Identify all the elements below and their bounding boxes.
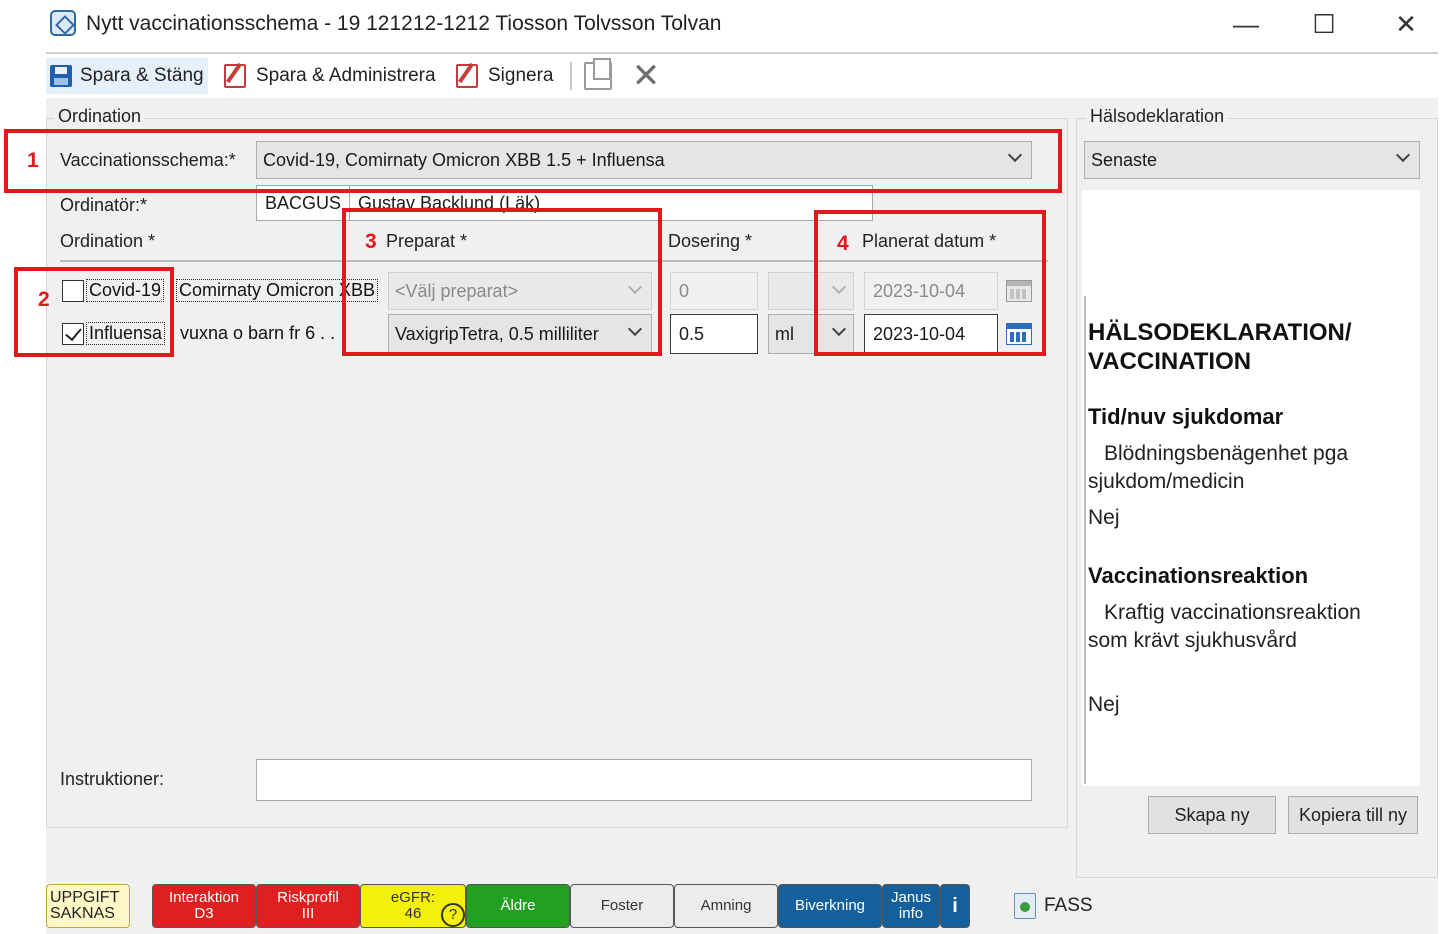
sign-label: Signera <box>488 65 554 86</box>
cancel-icon[interactable]: ✕ <box>628 56 664 96</box>
annotation-number-1: 1 <box>27 149 39 172</box>
fetus-badge[interactable]: Foster <box>570 884 674 928</box>
annotation-box-2 <box>14 267 174 357</box>
annotation-box-1 <box>4 129 1062 193</box>
side-effects-badge[interactable]: Biverkning <box>778 884 882 928</box>
maximize-button[interactable]: ☐ <box>1304 6 1344 42</box>
interaction-line1: Interaktion <box>168 889 240 906</box>
prescriber-label: Ordinatör:* <box>60 195 148 215</box>
info-icon[interactable]: i <box>940 884 970 928</box>
influenza-dose-value: 0.5 <box>679 323 705 344</box>
column-header-dosering: Dosering * <box>668 231 753 251</box>
risk-profile-line1: Riskprofil <box>277 889 339 906</box>
health-declaration-legend: Hälsodeklaration <box>1086 106 1229 127</box>
window-title: Nytt vaccinationsschema - 19 121212-1212… <box>86 12 722 35</box>
covid-dose-field[interactable]: 0 <box>670 272 758 310</box>
column-header-ordination: Ordination * <box>60 231 156 251</box>
instructions-label: Instruktioner: <box>60 769 165 789</box>
save-close-button[interactable]: Spara & Stäng <box>46 58 208 94</box>
influenza-unit-value: ml <box>775 323 794 344</box>
instructions-input[interactable] <box>256 759 1032 801</box>
declaration-section-1-title: Tid/nuv sjukdomar <box>1088 404 1284 429</box>
health-declaration-select[interactable]: Senaste <box>1084 141 1420 179</box>
fetus-label: Foster <box>600 897 644 914</box>
elderly-label: Äldre <box>500 897 536 914</box>
close-window-button[interactable]: ✕ <box>1386 6 1426 42</box>
save-close-label: Spara & Stäng <box>80 65 204 86</box>
app-icon <box>50 10 76 36</box>
declaration-section-1-question: Blödningsbenägenhet pga sjukdom/medicin <box>1088 442 1349 493</box>
toolbar-separator <box>570 62 572 90</box>
declaration-section-2-title: Vaccinationsreaktion <box>1088 563 1309 588</box>
title-divider <box>46 52 1438 54</box>
annotation-number-4: 4 <box>837 232 849 255</box>
influenza-dose-field[interactable]: 0.5 <box>670 314 758 354</box>
janus-info-badge[interactable]: Janus info <box>882 884 940 928</box>
breastfeeding-label: Amning <box>700 897 752 914</box>
declaration-section-2-question: Kraftig vaccinationsreaktion som krävt s… <box>1088 601 1361 652</box>
annotation-number-2: 2 <box>38 288 50 311</box>
health-declaration-selected: Senaste <box>1091 149 1158 170</box>
egfr-line2: 46 <box>404 905 422 922</box>
edit-icon <box>224 64 246 88</box>
missing-data-badge[interactable]: UPPGIFT SAKNAS <box>46 884 130 928</box>
risk-profile-line2: III <box>301 905 315 922</box>
prescriber-code: BACGUS <box>265 192 342 213</box>
covid-dose-value: 0 <box>679 280 690 301</box>
risk-profile-badge[interactable]: Riskprofil III <box>256 884 360 928</box>
create-new-button[interactable]: Skapa ny <box>1148 796 1276 834</box>
missing-data-line2: SAKNAS <box>50 905 115 922</box>
egfr-badge[interactable]: eGFR: 46 ? <box>360 884 466 928</box>
egfr-line1: eGFR: <box>390 889 436 906</box>
declaration-section-2-answer: Nej <box>1088 693 1120 716</box>
fass-link[interactable]: FASS <box>1044 895 1093 917</box>
copy-to-new-button[interactable]: Kopiera till ny <box>1288 796 1418 834</box>
save-icon <box>50 65 72 87</box>
ordination-legend: Ordination <box>54 106 146 127</box>
janus-line1: Janus <box>890 889 932 906</box>
annotation-number-3: 3 <box>365 230 377 253</box>
elderly-badge[interactable]: Äldre <box>466 884 570 928</box>
interaction-badge[interactable]: Interaktion D3 <box>152 884 256 928</box>
side-effects-label: Biverkning <box>794 897 866 914</box>
document-scroll-edge <box>1084 296 1086 784</box>
sign-button[interactable]: Signera <box>452 58 558 94</box>
missing-data-line1: UPPGIFT <box>50 889 120 906</box>
annotation-box-3 <box>342 208 662 356</box>
save-administer-label: Spara & Administrera <box>256 65 436 86</box>
info-glyph: i <box>952 895 958 917</box>
copy-icon[interactable] <box>584 58 612 90</box>
janus-line2: info <box>898 905 924 922</box>
declaration-section-1-answer: Nej <box>1088 506 1120 529</box>
save-administer-button[interactable]: Spara & Administrera <box>220 58 440 94</box>
fass-icon[interactable] <box>1014 893 1036 919</box>
declaration-heading: HÄLSODEKLARATION/ VACCINATION <box>1088 319 1352 375</box>
sign-icon <box>456 64 478 88</box>
question-icon: ? <box>441 903 465 927</box>
breastfeeding-badge[interactable]: Amning <box>674 884 778 928</box>
minimize-button[interactable]: — <box>1226 6 1266 42</box>
influenza-row-detail: vuxna o barn fr 6 . . <box>180 323 336 343</box>
interaction-line2: D3 <box>194 905 214 922</box>
